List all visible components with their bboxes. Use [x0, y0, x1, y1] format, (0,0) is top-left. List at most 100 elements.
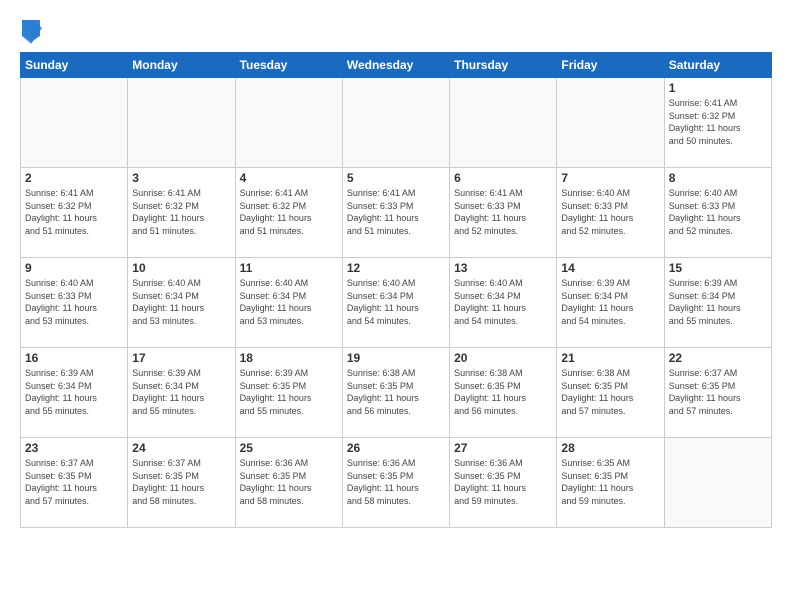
day-number: 26 — [347, 441, 445, 455]
day-number: 1 — [669, 81, 767, 95]
calendar-week-row: 1 Sunrise: 6:41 AM Sunset: 6:32 PM Daylig… — [21, 78, 772, 168]
day-cell-20: 20Sunrise: 6:38 AM Sunset: 6:35 PM Dayli… — [450, 348, 557, 438]
logo — [20, 20, 46, 44]
day-number: 25 — [240, 441, 338, 455]
calendar-week-row: 23 Sunrise: 6:37 AM Sunset: 6:35 PM Dayli… — [21, 438, 772, 528]
day-cell-14: 14 Sunrise: 6:39 AM Sunset: 6:34 PM Dayli… — [557, 258, 664, 348]
day-info: Sunrise: 6:41 AM Sunset: 6:33 PM Dayligh… — [454, 187, 552, 237]
day-cell-27: 27 Sunrise: 6:36 AM Sunset: 6:35 PM Dayli… — [450, 438, 557, 528]
day-info: Sunrise: 6:36 AM Sunset: 6:35 PM Dayligh… — [347, 457, 445, 507]
day-info: Sunrise: 6:41 AM Sunset: 6:33 PM Dayligh… — [347, 187, 445, 237]
day-header-thursday: Thursday — [450, 53, 557, 78]
day-info: Sunrise: 6:39 AM Sunset: 6:35 PM Dayligh… — [240, 367, 338, 417]
day-cell-6: 6 Sunrise: 6:41 AM Sunset: 6:33 PM Daylig… — [450, 168, 557, 258]
day-cell-19: 19Sunrise: 6:38 AM Sunset: 6:35 PM Dayli… — [342, 348, 449, 438]
calendar-week-row: 9 Sunrise: 6:40 AM Sunset: 6:33 PM Daylig… — [21, 258, 772, 348]
day-number: 23 — [25, 441, 123, 455]
day-number: 10 — [132, 261, 230, 275]
day-info: Sunrise: 6:37 AM Sunset: 6:35 PM Dayligh… — [132, 457, 230, 507]
day-number: 14 — [561, 261, 659, 275]
day-cell-empty — [664, 438, 771, 528]
day-cell-2: 2 Sunrise: 6:41 AM Sunset: 6:32 PM Daylig… — [21, 168, 128, 258]
day-cell-13: 13 Sunrise: 6:40 AM Sunset: 6:34 PM Dayli… — [450, 258, 557, 348]
logo-icon — [20, 16, 42, 44]
day-cell-24: 24 Sunrise: 6:37 AM Sunset: 6:35 PM Dayli… — [128, 438, 235, 528]
day-cell-23: 23 Sunrise: 6:37 AM Sunset: 6:35 PM Dayli… — [21, 438, 128, 528]
day-cell-empty — [128, 78, 235, 168]
day-info: Sunrise: 6:40 AM Sunset: 6:33 PM Dayligh… — [25, 277, 123, 327]
day-cell-5: 5 Sunrise: 6:41 AM Sunset: 6:33 PM Daylig… — [342, 168, 449, 258]
day-cell-9: 9 Sunrise: 6:40 AM Sunset: 6:33 PM Daylig… — [21, 258, 128, 348]
day-number: 13 — [454, 261, 552, 275]
day-info: Sunrise: 6:40 AM Sunset: 6:34 PM Dayligh… — [454, 277, 552, 327]
day-info: Sunrise: 6:41 AM Sunset: 6:32 PM Dayligh… — [240, 187, 338, 237]
day-cell-4: 4Sunrise: 6:41 AM Sunset: 6:32 PM Daylig… — [235, 168, 342, 258]
day-number: 20 — [454, 351, 552, 365]
day-info: Sunrise: 6:39 AM Sunset: 6:34 PM Dayligh… — [669, 277, 767, 327]
day-number: 2 — [25, 171, 123, 185]
day-cell-26: 26 Sunrise: 6:36 AM Sunset: 6:35 PM Dayli… — [342, 438, 449, 528]
day-cell-10: 10 Sunrise: 6:40 AM Sunset: 6:34 PM Dayli… — [128, 258, 235, 348]
day-cell-12: 12Sunrise: 6:40 AM Sunset: 6:34 PM Dayli… — [342, 258, 449, 348]
day-number: 16 — [25, 351, 123, 365]
day-info: Sunrise: 6:36 AM Sunset: 6:35 PM Dayligh… — [240, 457, 338, 507]
day-info: Sunrise: 6:40 AM Sunset: 6:33 PM Dayligh… — [669, 187, 767, 237]
day-number: 12 — [347, 261, 445, 275]
day-cell-3: 3 Sunrise: 6:41 AM Sunset: 6:32 PM Daylig… — [128, 168, 235, 258]
day-cell-11: 11Sunrise: 6:40 AM Sunset: 6:34 PM Dayli… — [235, 258, 342, 348]
day-cell-17: 17Sunrise: 6:39 AM Sunset: 6:34 PM Dayli… — [128, 348, 235, 438]
day-number: 6 — [454, 171, 552, 185]
calendar-week-row: 2 Sunrise: 6:41 AM Sunset: 6:32 PM Daylig… — [21, 168, 772, 258]
day-header-saturday: Saturday — [664, 53, 771, 78]
day-cell-21: 21 Sunrise: 6:38 AM Sunset: 6:35 PM Dayli… — [557, 348, 664, 438]
day-number: 27 — [454, 441, 552, 455]
day-cell-16: 16 Sunrise: 6:39 AM Sunset: 6:34 PM Dayli… — [21, 348, 128, 438]
page: SundayMondayTuesdayWednesdayThursdayFrid… — [0, 0, 792, 612]
day-info: Sunrise: 6:37 AM Sunset: 6:35 PM Dayligh… — [669, 367, 767, 417]
day-header-monday: Monday — [128, 53, 235, 78]
day-info: Sunrise: 6:36 AM Sunset: 6:35 PM Dayligh… — [454, 457, 552, 507]
day-number: 22 — [669, 351, 767, 365]
day-cell-22: 22 Sunrise: 6:37 AM Sunset: 6:35 PM Dayli… — [664, 348, 771, 438]
day-cell-28: 28 Sunrise: 6:35 AM Sunset: 6:35 PM Dayli… — [557, 438, 664, 528]
day-number: 5 — [347, 171, 445, 185]
day-info: Sunrise: 6:35 AM Sunset: 6:35 PM Dayligh… — [561, 457, 659, 507]
calendar-header-row: SundayMondayTuesdayWednesdayThursdayFrid… — [21, 53, 772, 78]
day-number: 9 — [25, 261, 123, 275]
day-number: 3 — [132, 171, 230, 185]
day-cell-empty — [21, 78, 128, 168]
day-cell-15: 15 Sunrise: 6:39 AM Sunset: 6:34 PM Dayli… — [664, 258, 771, 348]
day-number: 15 — [669, 261, 767, 275]
day-number: 8 — [669, 171, 767, 185]
day-cell-empty — [235, 78, 342, 168]
day-info: Sunrise: 6:38 AM Sunset: 6:35 PM Dayligh… — [561, 367, 659, 417]
day-info: Sunrise: 6:41 AM Sunset: 6:32 PM Dayligh… — [132, 187, 230, 237]
calendar-table: SundayMondayTuesdayWednesdayThursdayFrid… — [20, 52, 772, 528]
day-number: 7 — [561, 171, 659, 185]
day-number: 24 — [132, 441, 230, 455]
day-info: Sunrise: 6:40 AM Sunset: 6:34 PM Dayligh… — [240, 277, 338, 327]
day-cell-empty — [450, 78, 557, 168]
day-number: 18 — [240, 351, 338, 365]
day-cell-25: 25 Sunrise: 6:36 AM Sunset: 6:35 PM Dayli… — [235, 438, 342, 528]
day-info: Sunrise: 6:41 AM Sunset: 6:32 PM Dayligh… — [669, 97, 767, 147]
day-info: Sunrise: 6:41 AM Sunset: 6:32 PM Dayligh… — [25, 187, 123, 237]
day-cell-1: 1 Sunrise: 6:41 AM Sunset: 6:32 PM Daylig… — [664, 78, 771, 168]
header — [20, 16, 772, 44]
day-info: Sunrise: 6:37 AM Sunset: 6:35 PM Dayligh… — [25, 457, 123, 507]
day-cell-18: 18 Sunrise: 6:39 AM Sunset: 6:35 PM Dayli… — [235, 348, 342, 438]
day-cell-empty — [342, 78, 449, 168]
day-number: 21 — [561, 351, 659, 365]
day-info: Sunrise: 6:39 AM Sunset: 6:34 PM Dayligh… — [561, 277, 659, 327]
day-info: Sunrise: 6:38 AM Sunset: 6:35 PM Dayligh… — [347, 367, 445, 417]
day-header-friday: Friday — [557, 53, 664, 78]
day-number: 28 — [561, 441, 659, 455]
day-cell-7: 7Sunrise: 6:40 AM Sunset: 6:33 PM Daylig… — [557, 168, 664, 258]
day-header-sunday: Sunday — [21, 53, 128, 78]
day-info: Sunrise: 6:40 AM Sunset: 6:34 PM Dayligh… — [132, 277, 230, 327]
day-cell-8: 8 Sunrise: 6:40 AM Sunset: 6:33 PM Daylig… — [664, 168, 771, 258]
day-header-tuesday: Tuesday — [235, 53, 342, 78]
day-info: Sunrise: 6:39 AM Sunset: 6:34 PM Dayligh… — [25, 367, 123, 417]
day-cell-empty — [557, 78, 664, 168]
day-header-wednesday: Wednesday — [342, 53, 449, 78]
